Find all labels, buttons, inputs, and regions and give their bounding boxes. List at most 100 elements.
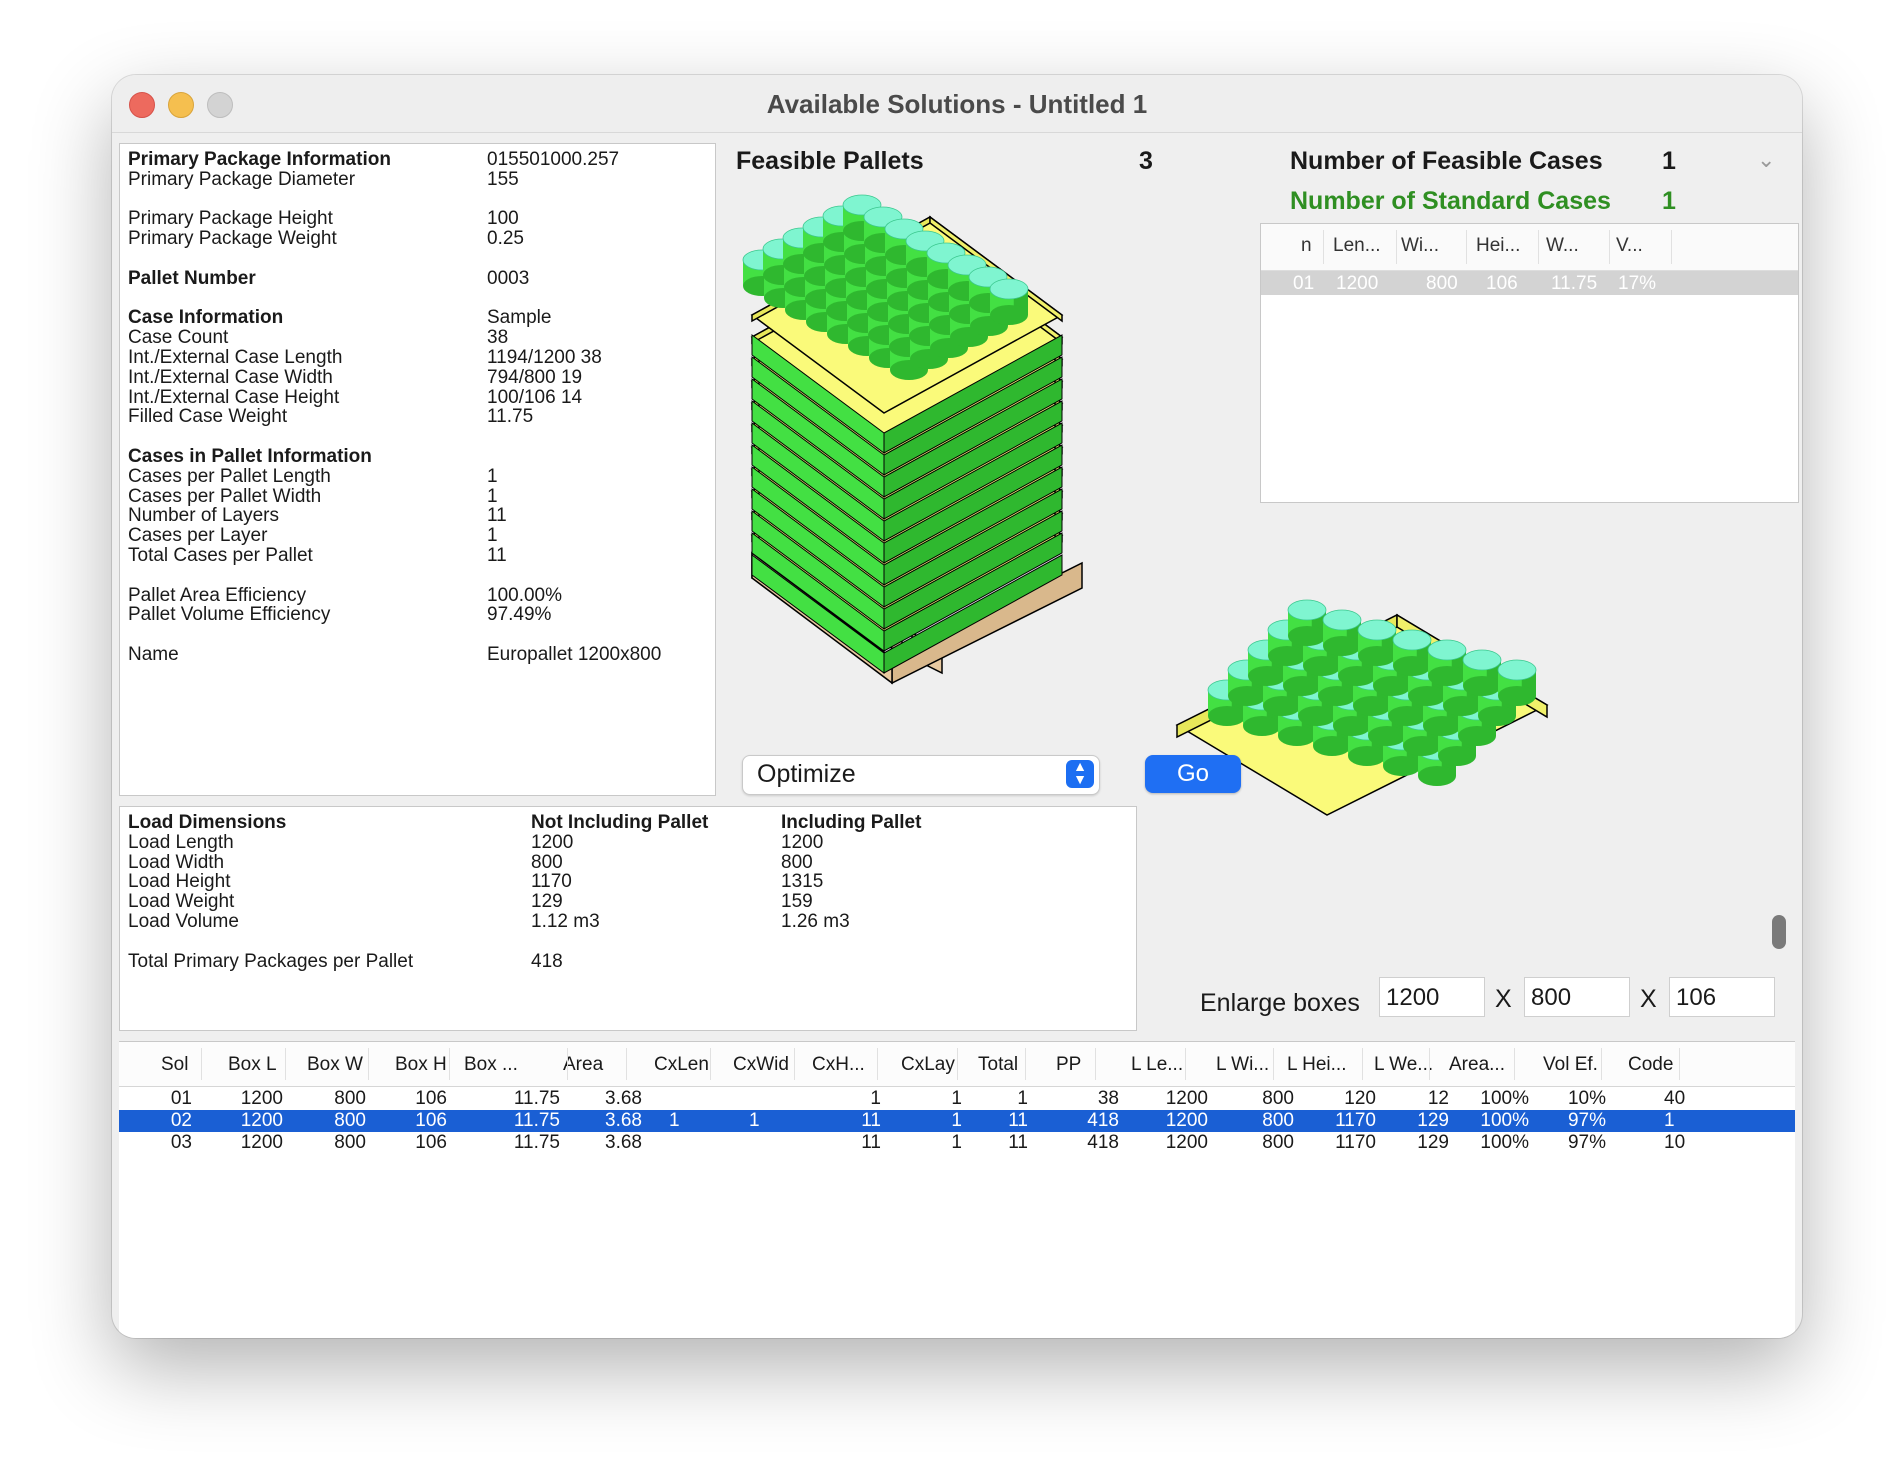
cylinder-bottom <box>1418 766 1456 786</box>
cylinder-bottom <box>1303 656 1341 676</box>
solution-cell: 1 <box>1664 1110 1675 1131</box>
solutions-column-header[interactable]: Sol <box>161 1054 188 1076</box>
cylinder-bottom <box>1318 686 1356 706</box>
cylinder-bottom <box>1243 716 1281 736</box>
cylinder-top <box>1357 619 1397 641</box>
solution-row[interactable]: 03 1200 800 106 11.75 3.68 11 1 11 418 1200 800 1170… <box>119 1132 1795 1154</box>
cylinder-bottom <box>1403 736 1441 756</box>
cases-column-header[interactable]: V... <box>1616 235 1643 257</box>
column-divider <box>794 1048 795 1080</box>
solution-cell: 97% <box>1567 1132 1606 1153</box>
solution-cell: 418 <box>1087 1110 1119 1131</box>
solution-cell: 1 <box>669 1110 680 1131</box>
solutions-column-header[interactable]: Box W <box>307 1054 363 1076</box>
cylinder-bottom <box>1268 646 1306 666</box>
cylinder-bottom <box>1278 726 1316 746</box>
x-separator: X <box>1640 985 1657 1013</box>
solutions-column-header[interactable]: PP <box>1056 1054 1081 1076</box>
solution-cell: 11 <box>1008 1132 1028 1153</box>
solution-cell: 11 <box>861 1132 881 1153</box>
column-divider <box>1273 1048 1274 1080</box>
enlarge-height-input[interactable]: 106 <box>1669 977 1775 1017</box>
cases-column-header[interactable]: Hei... <box>1476 235 1520 257</box>
solution-cell: 1200 <box>240 1132 283 1153</box>
solutions-column-header[interactable]: CxH... <box>812 1054 865 1076</box>
cases-column-header[interactable]: Len... <box>1333 235 1381 257</box>
cylinder-bottom <box>1368 726 1406 746</box>
solution-cell: 1200 <box>1165 1088 1208 1109</box>
chevron-down-icon[interactable]: ⌄ <box>1757 147 1775 173</box>
solution-cell: 129 <box>1417 1110 1449 1131</box>
enlarge-width-input[interactable]: 800 <box>1524 977 1630 1017</box>
solutions-column-header[interactable]: Area <box>563 1054 603 1076</box>
cases-cell: 1200 <box>1336 273 1379 294</box>
cylinder-bottom <box>1348 746 1386 766</box>
solution-cell: 1170 <box>1335 1132 1376 1153</box>
solutions-column-header[interactable]: L Le... <box>1131 1054 1183 1076</box>
solutions-column-header[interactable]: Box L <box>228 1054 277 1076</box>
solution-cell: 800 <box>334 1132 366 1153</box>
cylinder-bottom <box>1478 706 1516 726</box>
window-title: Available Solutions - Untitled 1 <box>766 89 1148 119</box>
solutions-window: Available Solutions - Untitled 1 Primary… <box>112 75 1802 1338</box>
solutions-column-header[interactable]: CxLen <box>654 1054 709 1076</box>
cases-table-row[interactable]: 01 1200 800 106 11.75 17% <box>1261 271 1798 295</box>
cases-column-header[interactable]: n <box>1301 235 1312 257</box>
solutions-column-header[interactable]: CxLay <box>901 1054 955 1076</box>
cylinder-bottom <box>1423 716 1461 736</box>
column-divider <box>1671 230 1672 264</box>
solutions-column-header[interactable]: Box H <box>395 1054 447 1076</box>
solution-cell: 1 <box>951 1088 962 1109</box>
solutions-column-header[interactable]: L Wi... <box>1216 1054 1269 1076</box>
solutions-column-header[interactable]: Box ... <box>464 1054 518 1076</box>
cylinder-bottom <box>1428 666 1466 686</box>
solution-cell: 120 <box>1344 1088 1376 1109</box>
cylinder-top <box>989 278 1029 300</box>
vertical-scrollbar[interactable] <box>1765 523 1789 943</box>
solution-cell: 100% <box>1480 1088 1529 1109</box>
cylinder-top <box>1322 609 1362 631</box>
cylinder-top <box>1427 639 1467 661</box>
cylinder-bottom <box>1208 706 1246 726</box>
solution-cell: 03 <box>170 1132 192 1153</box>
solutions-column-header[interactable]: Total <box>978 1054 1018 1076</box>
cylinder-bottom <box>1333 716 1371 736</box>
solutions-column-header[interactable]: Code <box>1628 1054 1673 1076</box>
feasible-pallets-count: 3 <box>1139 147 1153 175</box>
cases-cell: 106 <box>1486 273 1518 294</box>
column-divider <box>368 1048 369 1080</box>
cases-column-header[interactable]: Wi... <box>1401 235 1439 257</box>
cylinder-bottom <box>1438 746 1476 766</box>
solutions-column-header[interactable]: CxWid <box>733 1054 789 1076</box>
column-divider <box>567 1048 568 1080</box>
solution-cell: 12 <box>1427 1088 1449 1109</box>
solution-row[interactable]: 01 1200 800 106 11.75 3.68 1 1 1 38 1200 800 120 12 10… <box>119 1088 1795 1110</box>
optimize-select[interactable]: Optimize ▲ ▼ <box>742 755 1100 795</box>
cylinder-bottom <box>1288 626 1326 646</box>
solutions-column-header[interactable]: L Hei... <box>1287 1054 1347 1076</box>
cylinder-bottom <box>1393 656 1431 676</box>
column-divider <box>1466 230 1467 264</box>
column-divider <box>626 1048 627 1080</box>
cylinder-bottom <box>1263 696 1301 716</box>
solution-cell: 800 <box>334 1088 366 1109</box>
solutions-column-header[interactable]: L We... <box>1374 1054 1433 1076</box>
solution-cell: 10 <box>1664 1132 1686 1153</box>
solution-cell: 40 <box>1664 1088 1686 1109</box>
solution-cell: 106 <box>415 1088 447 1109</box>
cases-column-header[interactable]: W... <box>1546 235 1579 257</box>
scrollbar-thumb[interactable] <box>1772 915 1786 949</box>
column-divider <box>201 1048 202 1080</box>
cylinder-bottom <box>1358 646 1396 666</box>
solution-row[interactable]: 02 1200 800 106 11.75 3.68 1 1 11 1 11 418 1200 800 11… <box>119 1110 1795 1132</box>
layer-3d-view <box>1175 599 1549 816</box>
enlarge-length-input[interactable]: 1200 <box>1379 977 1485 1017</box>
column-divider <box>1185 1048 1186 1080</box>
solution-cell: 1 <box>951 1110 962 1131</box>
go-button[interactable]: Go <box>1145 755 1241 793</box>
column-divider <box>1323 230 1324 264</box>
cylinder-bottom <box>1353 696 1391 716</box>
solutions-column-header[interactable]: Vol Ef. <box>1543 1054 1598 1076</box>
cases-cell: 11.75 <box>1551 273 1598 294</box>
solutions-column-header[interactable]: Area... <box>1449 1054 1505 1076</box>
